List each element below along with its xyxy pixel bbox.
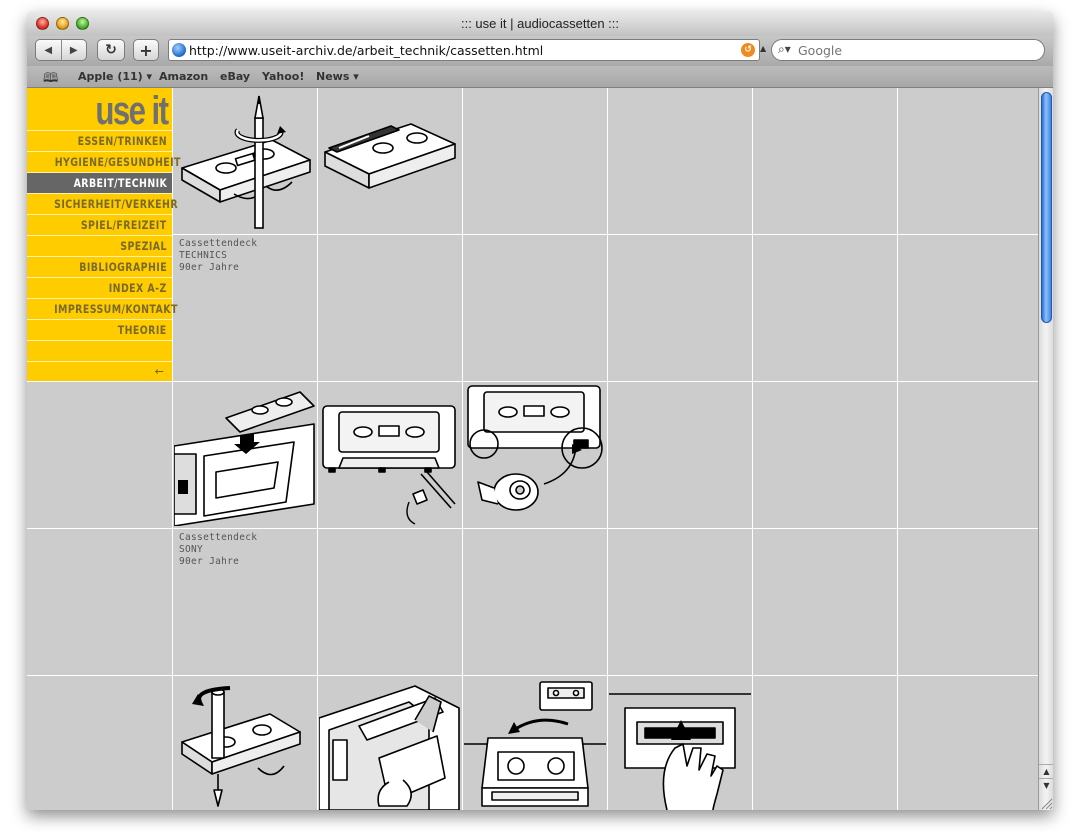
caption-line: SONY [179, 544, 204, 555]
nav-item-label: INDEX A-Z [109, 281, 167, 295]
search-icon[interactable]: ⌕▾ [778, 42, 791, 57]
bookmarks-bar: 🕮 Apple (11) ▾ Amazon eBay Yahoo! News ▾ [27, 66, 1053, 88]
cassette-deck-loading-icon[interactable] [174, 384, 316, 526]
scrollbar-thumb[interactable] [1041, 92, 1052, 323]
resize-grip-icon[interactable] [1038, 795, 1053, 810]
nav-item-arbeit-technik[interactable]: ARBEIT/TECHNIK [27, 172, 172, 193]
grid-line [27, 234, 1038, 235]
caption-line: TECHNICS [179, 250, 228, 261]
nav-item-index-a-z[interactable]: INDEX A-Z [27, 277, 172, 298]
bookmark-ebay[interactable]: eBay [220, 70, 250, 83]
address-bar: ↺ [168, 39, 760, 61]
add-bookmark-button[interactable]: + [133, 39, 159, 61]
grid-line [897, 88, 898, 810]
nav-item-spezial[interactable]: SPEZIAL [27, 235, 172, 256]
nav-item-label: SPIEL/FREIZEIT [81, 218, 167, 232]
cassette-slot-push-icon[interactable] [609, 678, 751, 810]
bookmark-amazon[interactable]: Amazon [159, 70, 208, 83]
sidebar-nav: use it ESSEN/TRINKEN HYGIENE/GESUNDHEIT … [27, 88, 180, 381]
toolbar: ◀ ▶ ↻ + ↺ ▲ ⌕▾ [27, 36, 1053, 66]
caption-technics: Cassettendeck TECHNICS 90er Jahre [179, 238, 257, 274]
search-box: ⌕▾ [771, 39, 1045, 61]
grid-line [752, 88, 753, 810]
nav-item-sicherheit-verkehr[interactable]: SICHERHEIT/VERKEHR [27, 193, 178, 214]
vertical-scrollbar[interactable]: ▲ ▼ [1038, 88, 1053, 810]
reload-button[interactable]: ↻ [97, 39, 125, 61]
back-button[interactable]: ◀ [36, 45, 61, 56]
nav-item-label: ARBEIT/TECHNIK [73, 176, 167, 190]
page-content: use it ESSEN/TRINKEN HYGIENE/GESUNDHEIT … [27, 88, 1038, 810]
bookmark-apple[interactable]: Apple (11) ▾ [78, 70, 152, 83]
grid-line [607, 88, 608, 810]
nav-item-label: HYGIENE/GESUNDHEIT [54, 155, 181, 169]
caption-line: Cassettendeck [179, 238, 258, 249]
bookmark-news[interactable]: News ▾ [316, 70, 359, 83]
cassette-tape-splicing-icon[interactable] [319, 90, 461, 232]
nav-item-empty [27, 340, 172, 361]
nav-item-label: IMPRESSUM/KONTAKT [54, 302, 178, 316]
title-bar: ::: use it | audiocassetten ::: [27, 12, 1053, 36]
caption-sony: Cassettendeck SONY 90er Jahre [179, 532, 257, 568]
browser-window: ::: use it | audiocassetten ::: ◀ ▶ ↻ + … [27, 12, 1053, 810]
forward-button[interactable]: ▶ [61, 45, 86, 56]
nav-item-bibliographie[interactable]: BIBLIOGRAPHIE [27, 256, 172, 277]
nav-item-label: SPEZIAL [120, 239, 167, 253]
grid-line [462, 88, 463, 810]
caption-line: 90er Jahre [179, 262, 240, 273]
bookmark-yahoo[interactable]: Yahoo! [262, 70, 304, 83]
caption-line: 90er Jahre [179, 556, 240, 567]
nav-item-label: SICHERHEIT/VERKEHR [54, 197, 178, 211]
grid-line [27, 381, 1038, 382]
grid-line [317, 88, 318, 810]
back-forward-buttons: ◀ ▶ [35, 39, 87, 61]
back-arrow-icon[interactable]: ← [27, 361, 172, 381]
cassette-tab-tape-cover-icon[interactable] [464, 384, 606, 526]
nav-item-spiel-freizeit[interactable]: SPIEL/FREIZEIT [27, 214, 172, 235]
url-input[interactable] [189, 42, 734, 58]
cassette-pencil-winding-icon[interactable] [174, 90, 316, 232]
cassette-flip-insert-icon[interactable] [464, 678, 606, 810]
grid-line [27, 675, 1038, 676]
nav-item-label: THEORIE [118, 323, 167, 337]
cassette-pencil-rewind-icon[interactable] [174, 678, 316, 810]
grid-line [27, 528, 1038, 529]
url-history-chevron-icon[interactable]: ▲ [760, 44, 766, 53]
nav-item-label: ESSEN/TRINKEN [77, 134, 167, 148]
cassette-deck-insert-hand-icon[interactable] [319, 678, 461, 810]
scroll-up-arrow-icon[interactable]: ▲ [1039, 764, 1053, 778]
nav-item-theorie[interactable]: THEORIE [27, 319, 172, 340]
nav-item-essen-trinken[interactable]: ESSEN/TRINKEN [27, 130, 172, 151]
scroll-down-arrow-icon[interactable]: ▼ [1039, 778, 1053, 792]
cassette-tab-break-icon[interactable] [319, 384, 461, 526]
search-input[interactable] [798, 42, 1038, 58]
globe-icon [172, 43, 186, 57]
caption-line: Cassettendeck [179, 532, 258, 543]
snapback-icon[interactable]: ↺ [741, 43, 755, 57]
nav-item-impressum-kontakt[interactable]: IMPRESSUM/KONTAKT [27, 298, 177, 319]
window-title: ::: use it | audiocassetten ::: [460, 16, 620, 31]
nav-item-label: BIBLIOGRAPHIE [79, 260, 167, 274]
site-logo[interactable]: use it [95, 89, 169, 133]
nav-item-hygiene-gesundheit[interactable]: HYGIENE/GESUNDHEIT [27, 151, 180, 172]
